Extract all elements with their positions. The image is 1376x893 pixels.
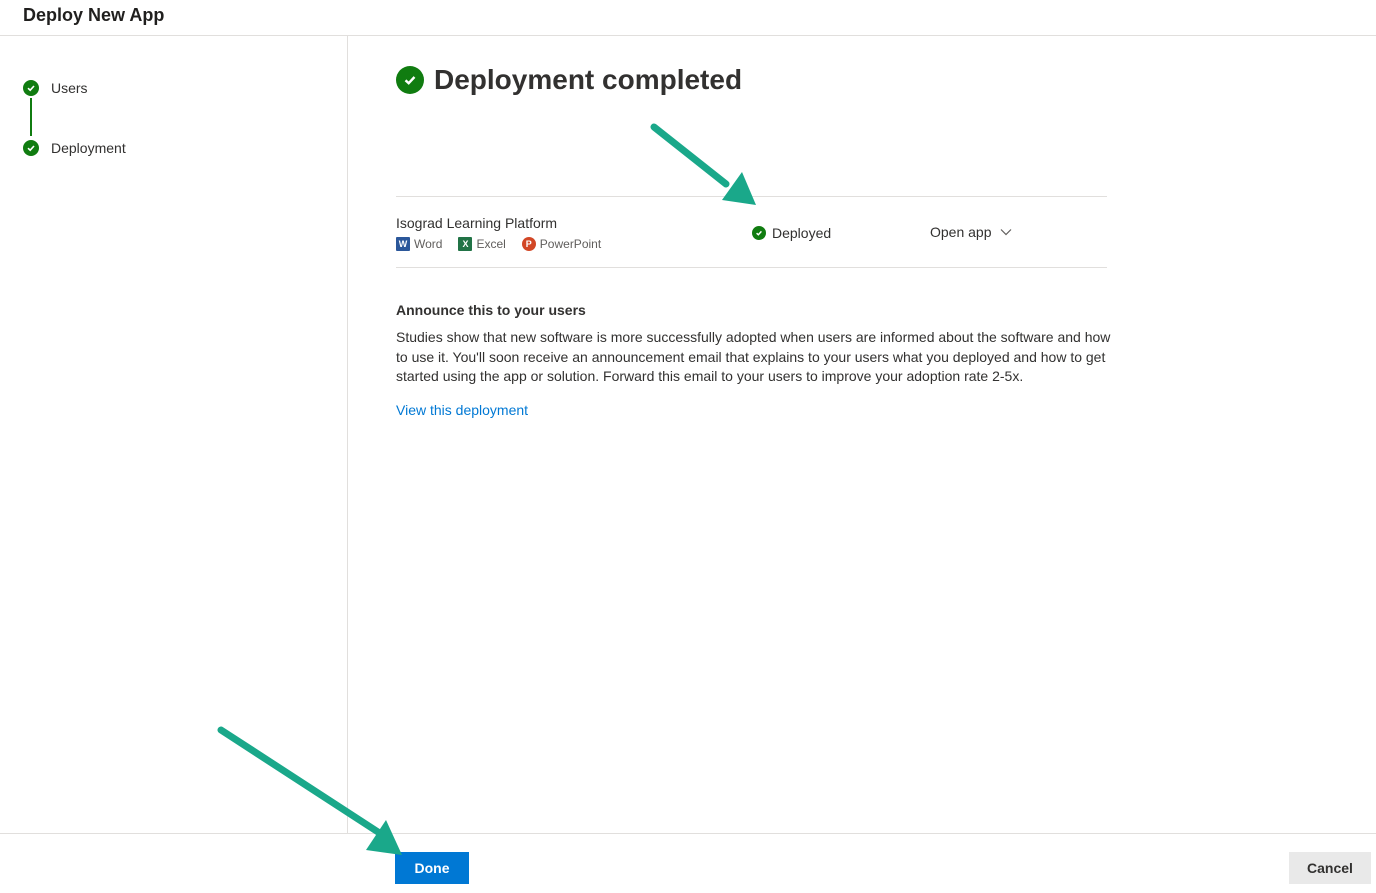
excel-icon: X [458, 237, 473, 251]
check-circle-icon [752, 226, 766, 240]
check-circle-icon [23, 80, 39, 96]
included-apps: W Word X Excel P PowerPoint [396, 237, 617, 251]
app-powerpoint: P PowerPoint [521, 237, 602, 251]
done-button[interactable]: Done [395, 852, 469, 884]
app-label: Word [414, 237, 443, 251]
step-connector [30, 98, 32, 136]
word-icon: W [396, 237, 410, 251]
step-users[interactable]: Users [23, 80, 88, 96]
cancel-button[interactable]: Cancel [1289, 852, 1371, 884]
panel-header: Deploy New App [0, 0, 1376, 36]
status-label: Deployed [772, 225, 832, 241]
open-app-dropdown[interactable]: Open app [930, 224, 1012, 240]
chevron-down-icon [1000, 229, 1011, 236]
step-label: Deployment [51, 140, 126, 156]
check-circle-icon [396, 66, 424, 94]
panel-footer: Done Cancel [0, 833, 1376, 893]
wizard-steps: Users Deployment [0, 36, 348, 833]
app-name: Isograd Learning Platform [396, 215, 558, 231]
panel-title: Deploy New App [23, 5, 165, 25]
check-circle-icon [23, 140, 39, 156]
powerpoint-icon: P [521, 237, 536, 251]
open-app-label: Open app [930, 224, 992, 240]
app-label: PowerPoint [539, 237, 602, 251]
main-content: Deployment completed Isograd Learning Pl… [349, 36, 1376, 833]
app-word: W Word [396, 237, 442, 251]
page-title-row: Deployment completed [396, 64, 742, 96]
app-excel: X Excel [458, 237, 506, 251]
announce-body: Studies show that new software is more s… [396, 329, 1111, 384]
view-deployment-link[interactable]: View this deployment [396, 402, 528, 418]
app-label: Excel [476, 237, 506, 251]
deployment-status: Deployed [752, 225, 831, 241]
announce-heading: Announce this to your users [396, 302, 586, 318]
page-title: Deployment completed [434, 64, 743, 95]
step-label: Users [51, 80, 88, 96]
deployed-app-row: Isograd Learning Platform W Word X Excel… [396, 196, 1107, 268]
step-deployment[interactable]: Deployment [23, 140, 126, 156]
